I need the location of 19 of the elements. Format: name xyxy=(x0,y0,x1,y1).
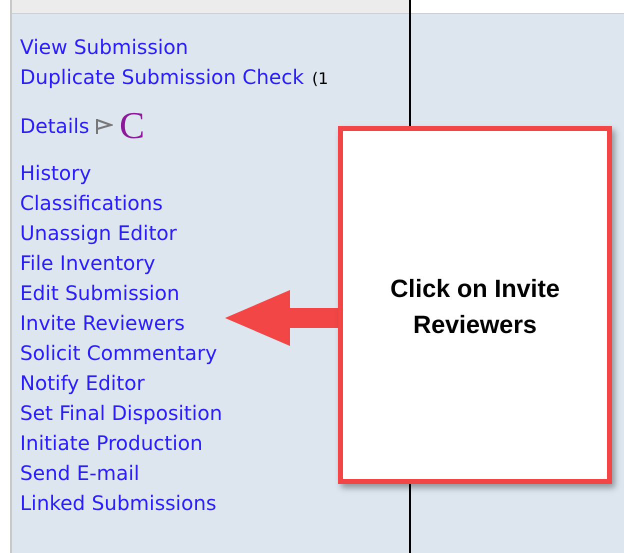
sidebar-link[interactable]: Unassign Editor xyxy=(20,218,177,248)
sidebar-link[interactable]: Solicit Commentary xyxy=(20,338,218,368)
callout-text: Click on Invite Reviewers xyxy=(389,274,561,341)
flag-icon[interactable] xyxy=(95,117,114,135)
sidebar-link[interactable]: Invite Reviewers xyxy=(20,308,185,338)
sidebar-link[interactable]: Classifications xyxy=(20,188,163,218)
sidebar-link[interactable]: Details xyxy=(20,111,90,141)
sidebar-link[interactable]: Initiate Production xyxy=(20,428,203,458)
sidebar-link[interactable]: Set Final Disposition xyxy=(20,398,222,428)
sidebar-link[interactable]: Linked Submissions xyxy=(20,488,216,518)
sidebar-link[interactable]: Edit Submission xyxy=(20,278,180,308)
sidebar-link[interactable]: Notify Editor xyxy=(20,368,145,398)
sidebar-link[interactable]: View Submission xyxy=(20,32,188,62)
sidebar-link[interactable]: Duplicate Submission Check xyxy=(20,62,304,92)
status-letter: C xyxy=(119,106,145,146)
sidebar-link[interactable]: File Inventory xyxy=(20,248,156,278)
sidebar-link[interactable]: History xyxy=(20,158,92,188)
sidebar-link[interactable]: Send E-mail xyxy=(20,458,140,488)
count-label: (1 xyxy=(312,68,328,90)
